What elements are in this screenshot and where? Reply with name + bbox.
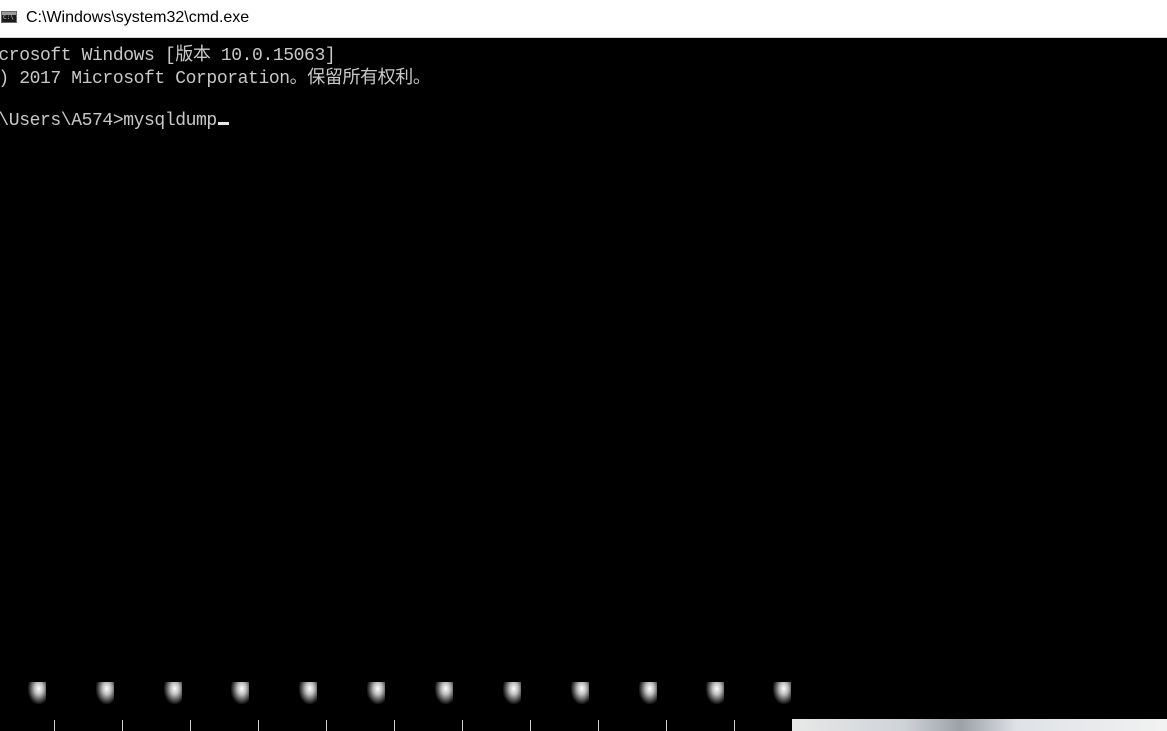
cmd-console-icon[interactable] (1, 11, 17, 23)
tick-mark (462, 720, 463, 731)
tick-mark (530, 720, 531, 731)
tick-mark (122, 720, 123, 731)
background-window-edge (792, 719, 1167, 731)
cmd-window: C:\Windows\system32\cmd.exe icrosoft Win… (0, 0, 1167, 731)
light-glow-decoration (367, 682, 385, 704)
tick-mark (258, 720, 259, 731)
text-cursor (217, 122, 229, 125)
tick-mark (734, 720, 735, 731)
light-glow-decoration (706, 682, 724, 704)
light-glow-decoration (299, 682, 317, 704)
light-glow-decoration (773, 682, 791, 704)
tick-mark (190, 720, 191, 731)
reflection-strip (0, 676, 792, 731)
console-line-copyright: c) 2017 Microsoft Corporation。保留所有权利。 (0, 69, 431, 89)
console-output[interactable]: icrosoft Windows [版本 10.0.15063] c) 2017… (0, 38, 1167, 731)
light-glow-decoration (164, 682, 182, 704)
tick-mark (598, 720, 599, 731)
tick-mark (394, 720, 395, 731)
light-glow-decoration (231, 682, 249, 704)
console-prompt-line[interactable]: :\Users\A574>mysqldump (0, 111, 229, 131)
light-glow-decoration (28, 682, 46, 704)
window-title: C:\Windows\system32\cmd.exe (26, 9, 250, 26)
title-bar[interactable]: C:\Windows\system32\cmd.exe (0, 0, 1167, 38)
prompt-command-text: :\Users\A574>mysqldump (0, 111, 217, 131)
tick-mark (54, 720, 55, 731)
light-glow-decoration (503, 682, 521, 704)
tick-mark (326, 720, 327, 731)
tick-mark (666, 720, 667, 731)
light-glow-decoration (571, 682, 589, 704)
light-glow-decoration (96, 682, 114, 704)
light-glow-decoration (435, 682, 453, 704)
light-glow-decoration (639, 682, 657, 704)
